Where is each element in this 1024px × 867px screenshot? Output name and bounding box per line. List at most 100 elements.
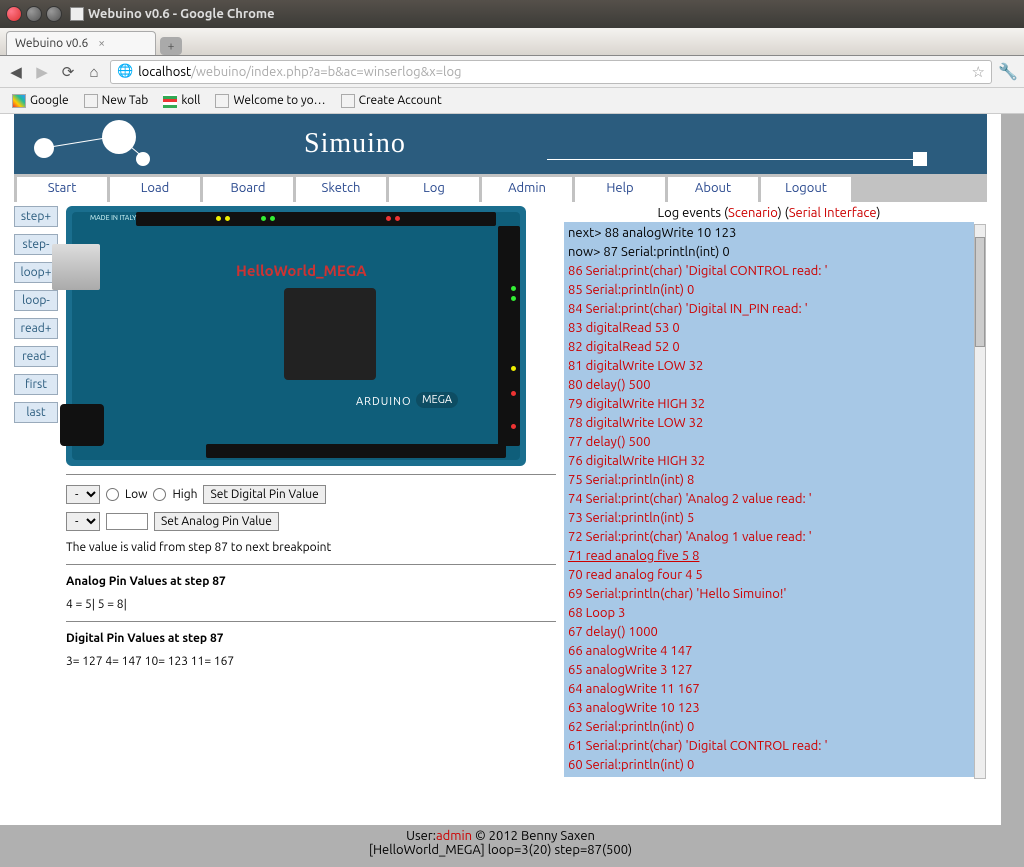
menu-log[interactable]: Log	[389, 177, 479, 202]
page-icon	[84, 94, 98, 108]
board-model: MEGA	[416, 392, 458, 408]
chrome-icon	[70, 7, 84, 21]
log-line[interactable]: 77 delay() 500	[568, 433, 970, 452]
log-line[interactable]: 86 Serial:print(char) 'Digital CONTROL r…	[568, 262, 970, 281]
log-line[interactable]: now> 87 Serial:println(int) 0	[568, 243, 970, 262]
analog-values-heading: Analog Pin Values at step 87	[66, 564, 556, 588]
log-line[interactable]: 67 delay() 1000	[568, 623, 970, 642]
log-scenario-link[interactable]: Scenario	[728, 206, 778, 220]
set-analog-button[interactable]: Set Analog Pin Value	[154, 512, 279, 531]
log-line[interactable]: 60 Serial:println(int) 0	[568, 756, 970, 775]
analog-values-body: 4 = 5| 5 = 8|	[66, 598, 556, 611]
bookmark-star-icon[interactable]: ☆	[972, 63, 985, 81]
log-line[interactable]: 76 digitalWrite HIGH 32	[568, 452, 970, 471]
menu-logout[interactable]: Logout	[761, 177, 851, 202]
google-icon	[12, 94, 26, 108]
menu-admin[interactable]: Admin	[482, 177, 572, 202]
log-serial-link[interactable]: Serial Interface	[789, 206, 877, 220]
step-plus-button[interactable]: step+	[14, 206, 58, 227]
bookmark-newtab[interactable]: New Tab	[78, 92, 155, 110]
digital-pin-form: - Low High Set Digital Pin Value	[66, 474, 556, 504]
log-line[interactable]: 83 digitalRead 53 0	[568, 319, 970, 338]
read-plus-button[interactable]: read+	[14, 318, 58, 339]
window-title: Webuino v0.6 - Google Chrome	[88, 7, 275, 21]
tab-title: Webuino v0.6	[15, 37, 88, 50]
address-bar: ◀ ▶ ⟳ ⌂ 🌐 localhost /webuino/index.php?a…	[0, 56, 1024, 88]
radio-low[interactable]	[106, 488, 119, 501]
menu-sketch[interactable]: Sketch	[296, 177, 386, 202]
loop-minus-button[interactable]: loop-	[14, 290, 58, 311]
log-line[interactable]: 78 digitalWrite LOW 32	[568, 414, 970, 433]
page-icon	[215, 94, 229, 108]
bookmark-create[interactable]: Create Account	[335, 92, 448, 110]
read-minus-button[interactable]: read-	[14, 346, 58, 367]
log-title: Log events (Scenario) (Serial Interface)	[564, 206, 974, 220]
bookmark-welcome[interactable]: Welcome to yo…	[209, 92, 331, 110]
footer-copy: © 2012 Benny Saxen	[472, 829, 595, 843]
tab-close-icon[interactable]: ×	[98, 37, 105, 50]
url-host: localhost	[138, 65, 191, 79]
log-line[interactable]: 80 delay() 500	[568, 376, 970, 395]
scrollbar-thumb[interactable]	[975, 237, 985, 347]
validity-text: The value is valid from step 87 to next …	[66, 541, 556, 554]
log-line[interactable]: 66 analogWrite 4 147	[568, 642, 970, 661]
analog-pin-select[interactable]: -	[66, 512, 100, 531]
log-box[interactable]: next> 88 analogWrite 10 123now> 87 Seria…	[564, 222, 974, 777]
log-line[interactable]: 74 Serial:print(char) 'Analog 2 value re…	[568, 490, 970, 509]
log-line[interactable]: next> 88 analogWrite 10 123	[568, 224, 970, 243]
window-max-icon[interactable]	[46, 6, 62, 22]
scrollbar[interactable]	[974, 224, 986, 779]
footer-user-prefix: User:	[406, 829, 436, 843]
board-column: MADE IN ITALY HelloWorld_MEGA ARDUINO ME…	[66, 202, 556, 777]
home-icon[interactable]: ⌂	[84, 62, 104, 82]
log-line[interactable]: 70 read analog four 4 5	[568, 566, 970, 585]
log-line[interactable]: 75 Serial:println(int) 8	[568, 471, 970, 490]
simuino-header: Simuino	[14, 114, 987, 174]
log-line[interactable]: 69 Serial:println(char) 'Hello Simuino!'	[568, 585, 970, 604]
log-line[interactable]: 63 analogWrite 10 123	[568, 699, 970, 718]
bookmark-koll[interactable]: koll	[157, 92, 206, 110]
window-titlebar: Webuino v0.6 - Google Chrome	[0, 0, 1024, 28]
log-line[interactable]: 81 digitalWrite LOW 32	[568, 357, 970, 376]
board-madein: MADE IN ITALY	[90, 214, 136, 222]
analog-value-input[interactable]	[106, 513, 148, 530]
log-line[interactable]: 82 digitalRead 52 0	[568, 338, 970, 357]
footer-status: [HelloWorld_MEGA] loop=3(20) step=87(500…	[0, 843, 1001, 857]
new-tab-button[interactable]: +	[160, 37, 182, 55]
window-min-icon[interactable]	[26, 6, 42, 22]
log-line[interactable]: 84 Serial:print(char) 'Digital IN_PIN re…	[568, 300, 970, 319]
page-icon	[341, 94, 355, 108]
radio-high[interactable]	[153, 488, 166, 501]
analog-pin-form: - Set Analog Pin Value	[66, 510, 556, 531]
log-line[interactable]: 79 digitalWrite HIGH 32	[568, 395, 970, 414]
forward-icon[interactable]: ▶	[32, 62, 52, 82]
log-line[interactable]: 64 analogWrite 11 167	[568, 680, 970, 699]
tab-active[interactable]: Webuino v0.6 ×	[6, 31, 156, 55]
reload-icon[interactable]: ⟳	[58, 62, 78, 82]
menu-about[interactable]: About	[668, 177, 758, 202]
log-line[interactable]: 72 Serial:print(char) 'Analog 1 value re…	[568, 528, 970, 547]
menu-help[interactable]: Help	[575, 177, 665, 202]
digital-values-heading: Digital Pin Values at step 87	[66, 621, 556, 645]
log-line[interactable]: 85 Serial:println(int) 0	[568, 281, 970, 300]
url-input[interactable]: 🌐 localhost /webuino/index.php?a=b&ac=wi…	[110, 60, 992, 84]
window-close-icon[interactable]	[6, 6, 22, 22]
first-button[interactable]: first	[14, 374, 58, 395]
menu-board[interactable]: Board	[203, 177, 293, 202]
log-line[interactable]: 62 Serial:println(int) 0	[568, 718, 970, 737]
back-icon[interactable]: ◀	[6, 62, 26, 82]
digital-pin-select[interactable]: -	[66, 485, 100, 504]
menu-start[interactable]: Start	[17, 177, 107, 202]
wrench-icon[interactable]: 🔧	[998, 62, 1018, 81]
log-line[interactable]: 68 Loop 3	[568, 604, 970, 623]
log-line[interactable]: 61 Serial:print(char) 'Digital CONTROL r…	[568, 737, 970, 756]
log-line[interactable]: 73 Serial:println(int) 5	[568, 509, 970, 528]
log-line[interactable]: 71 read analog five 5 8	[568, 547, 970, 566]
last-button[interactable]: last	[14, 402, 58, 423]
log-line[interactable]: 65 analogWrite 3 127	[568, 661, 970, 680]
menu-load[interactable]: Load	[110, 177, 200, 202]
bookmark-google[interactable]: Google	[6, 92, 75, 110]
url-globe-icon: 🌐	[117, 64, 133, 79]
set-digital-button[interactable]: Set Digital Pin Value	[203, 485, 325, 504]
footer: User:admin © 2012 Benny Saxen [HelloWorl…	[0, 825, 1001, 867]
